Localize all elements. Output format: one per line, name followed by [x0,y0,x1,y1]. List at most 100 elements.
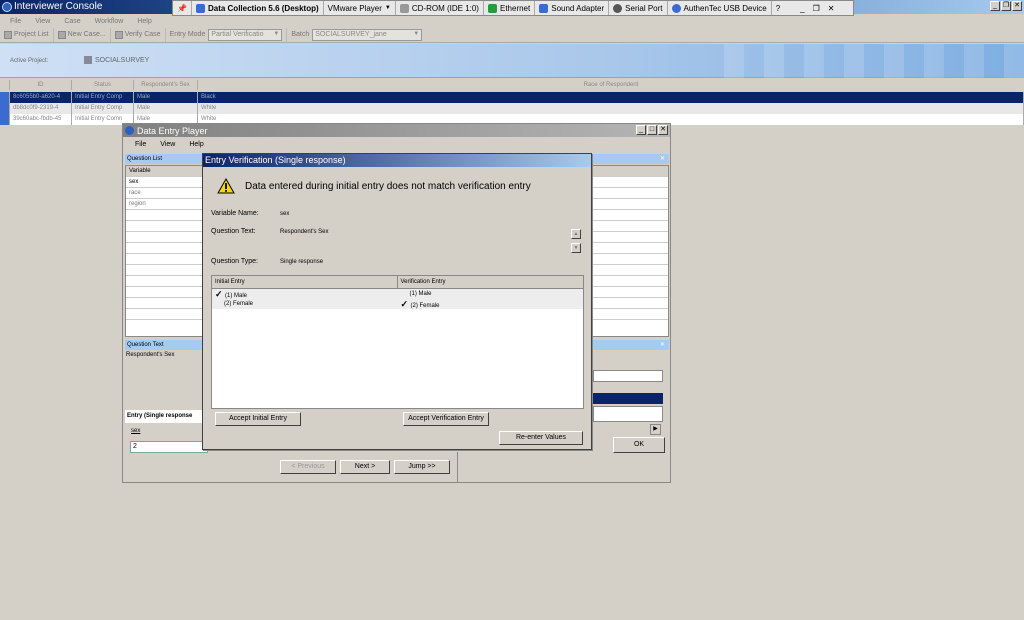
menu-workflow[interactable]: Workflow [95,18,124,25]
dep-menu-view[interactable]: View [160,141,175,148]
entry-mode-select[interactable]: Partial Verificatio ▼ [208,28,283,41]
close-icon[interactable]: ✕ [660,154,665,164]
pin-icon[interactable]: 📌 [173,1,192,15]
device-serial[interactable]: Serial Port [609,1,668,15]
entry-mode-label: Entry Mode [169,31,206,38]
jump-button[interactable]: Jump >> [394,460,450,474]
dialog-title: Entry Verification (Single response) [203,154,591,167]
menu-help[interactable]: Help [137,18,151,25]
verification-option-male[interactable]: (1) Male [397,289,583,299]
selected-response[interactable] [593,393,663,404]
batch-group: Batch SOCIALSURVEY_jane ▼ [287,28,426,42]
active-project-label: Active Project: [10,58,49,64]
grid-corner [0,80,10,90]
active-project[interactable]: SOCIALSURVEY [84,56,149,64]
table-row[interactable]: (2) Female ✓ (2) Female [212,299,583,309]
dep-title-bar: Data Entry Player _ □ ✕ [123,124,670,137]
cell-race: Black [198,92,1024,103]
scroll-right-icon[interactable]: ▶ [650,424,661,435]
question-text-label: Question Text: [211,228,256,235]
scroll-down-icon[interactable]: ▼ [571,243,581,253]
cell-id: 8c6055b0-a620-4 [10,92,72,103]
response-field[interactable] [593,370,663,382]
serial-port-icon [613,3,623,13]
vm-close-button[interactable]: ✕ [824,1,839,15]
case-grid-header: ID Status Respondent's Sex Race of Respo… [0,80,1024,90]
question-type-label: Question Type: [211,258,258,265]
row-edit-icon [0,114,10,125]
entry-variable-label: sex [131,428,141,434]
help-icon[interactable]: ? [772,1,784,15]
verification-option-female[interactable]: ✓ (2) Female [398,299,583,309]
verification-table-header: Initial Entry Verification Entry [212,276,583,289]
chevron-down-icon: ▼ [273,30,280,37]
menu-case[interactable]: Case [64,18,80,25]
next-button[interactable]: Next > [340,460,390,474]
col-status[interactable]: Status [72,80,134,90]
main-window-controls: _ ❐ ✕ [990,1,1022,11]
col-race[interactable]: Race of Respondent [198,80,1024,90]
initial-option-male[interactable]: ✓ (1) Male [212,289,397,299]
cell-id: 39c60abc-fbdb-45 [10,114,72,125]
device-ethernet[interactable]: Ethernet [484,1,536,15]
ok-button[interactable]: OK [613,437,665,453]
vmware-player-menu[interactable]: VMware Player ▼ [324,1,396,15]
check-icon: ✓ [400,299,409,309]
device-cdrom[interactable]: CD-ROM (IDE 1:0) [396,1,484,15]
window-title: Interviewer Console [14,1,103,12]
new-case-button[interactable]: New Case... [54,27,111,42]
col-verification-entry: Verification Entry [400,279,446,285]
scroll-up-icon[interactable]: ▲ [571,229,581,239]
minimize-button[interactable]: _ [990,1,1000,11]
close-button[interactable]: ✕ [1012,1,1022,11]
mismatch-message: Data entered during initial entry does n… [245,181,531,192]
question-type-value: Single response [280,259,324,265]
chevron-down-icon: ▼ [413,30,420,37]
device-sound[interactable]: Sound Adapter [535,1,610,15]
table-row[interactable]: db8dc0f9-2319-4 Initial Entry Comp Male … [0,103,1024,114]
vm-minimize-button[interactable]: _ [796,1,808,15]
accept-verification-entry-button[interactable]: Accept Verification Entry [403,412,489,426]
dep-app-icon [125,126,134,135]
warning-icon [217,178,235,194]
dep-minimize-button[interactable]: _ [636,125,646,135]
menu-view[interactable]: View [35,18,50,25]
accept-initial-entry-button[interactable]: Accept Initial Entry [215,412,301,426]
speaker-icon [539,3,549,13]
menu-file[interactable]: File [10,18,21,25]
dep-close-button[interactable]: ✕ [658,125,668,135]
divider [457,452,458,482]
verify-case-button[interactable]: Verify Case [111,27,166,42]
project-list-button[interactable]: Project List [0,27,54,42]
device-usb[interactable]: AuthenTec USB Device [668,1,772,15]
dep-menu-help[interactable]: Help [189,141,203,148]
entry-input[interactable]: 2 [130,441,208,453]
previous-button[interactable]: < Previous [280,460,336,474]
col-id[interactable]: ID [10,80,72,90]
table-row[interactable]: ✓ (1) Male (1) Male [212,289,583,299]
cell-race: White [198,103,1024,114]
verification-table: Initial Entry Verification Entry ✓ (1) Ma… [211,275,584,409]
table-row[interactable]: 8c6055b0-a620-4 Initial Entry Comp Male … [0,92,1024,103]
restore-button[interactable]: ❐ [1001,1,1011,11]
close-icon[interactable]: ✕ [660,340,665,350]
initial-option-female[interactable]: (2) Female [212,299,398,309]
row-edit-icon [0,92,10,103]
cell-sex: Male [134,92,198,103]
dep-window-controls: _ □ ✕ [636,125,668,135]
vm-restore-button[interactable]: ❐ [809,1,824,15]
batch-select[interactable]: SOCIALSURVEY_jane ▼ [312,28,423,41]
app-icon [2,2,12,12]
cell-sex: Male [134,103,198,114]
cell-status: Initial Entry Comp [72,103,134,114]
col-sex[interactable]: Respondent's Sex [134,80,198,90]
vmware-toolbar: 📌 Data Collection 5.6 (Desktop) VMware P… [172,0,854,16]
banner-decoration [724,44,1024,78]
variable-name-value: sex [280,211,290,217]
re-enter-values-button[interactable]: Re-enter Values [499,431,583,445]
dep-maximize-button[interactable]: □ [647,125,657,135]
dep-menu-file[interactable]: File [135,141,146,148]
entry-verification-dialog: Entry Verification (Single response) Dat… [202,153,592,450]
row-edit-icon [0,103,10,114]
project-icon [84,56,92,64]
